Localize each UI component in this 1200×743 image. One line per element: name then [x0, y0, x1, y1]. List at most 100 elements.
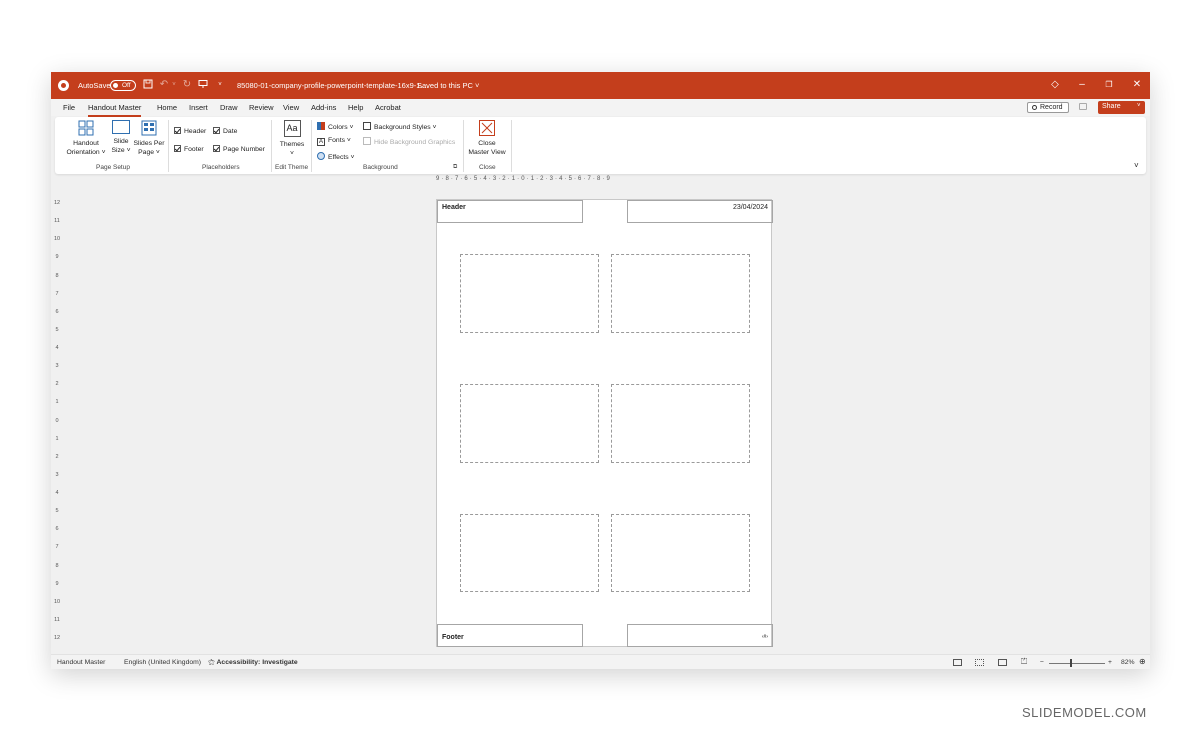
slide-placeholder-5[interactable] [460, 514, 599, 592]
present-icon[interactable] [197, 79, 209, 91]
slideshow-view-icon[interactable]: ⏍ [1021, 657, 1027, 667]
tab-file[interactable]: File [63, 103, 75, 112]
status-language[interactable]: English (United Kingdom) [124, 659, 201, 666]
footer-placeholder[interactable]: Footer [437, 624, 583, 647]
format-background-launcher-icon[interactable]: ⧉ [453, 164, 457, 171]
vertical-ruler-mark: 1 [55, 435, 59, 442]
autosave-toggle[interactable]: Off [110, 80, 136, 91]
date-checkbox[interactable]: Date [213, 127, 237, 135]
slide-placeholder-4[interactable] [611, 384, 750, 463]
slide-sorter-view-icon[interactable] [975, 659, 984, 666]
save-status[interactable]: Saved to this PC ˅ [417, 81, 479, 90]
tab-handout-master[interactable]: Handout Master [88, 103, 142, 117]
ribbon-divider [168, 120, 169, 172]
footer-checkbox[interactable]: Footer [174, 145, 204, 153]
fonts-icon: A [317, 138, 325, 146]
page-number-placeholder[interactable]: ‹#› [627, 624, 773, 647]
status-view-name: Handout Master [57, 659, 106, 666]
background-styles-button[interactable]: Background Styles ˅ [363, 122, 437, 131]
colors-icon [317, 122, 325, 130]
tab-acrobat[interactable]: Acrobat [375, 103, 401, 112]
vertical-ruler-mark: 4 [55, 490, 59, 496]
hide-background-graphics-checkbox[interactable]: Hide Background Graphics [363, 137, 455, 146]
tab-view[interactable]: View [283, 103, 299, 112]
group-page-setup-label: Page Setup [96, 164, 130, 171]
ribbon-divider [511, 120, 512, 172]
unchecked-box-icon [363, 137, 371, 145]
page-number-checkbox[interactable]: Page Number [213, 145, 265, 153]
header-text: Header [442, 204, 466, 211]
tab-add-ins[interactable]: Add-ins [311, 103, 336, 112]
autosave-label: AutoSave [78, 81, 111, 90]
ribbon: Handout Orientation ˅ Slide Size ˅ Slides … [55, 117, 1146, 174]
fonts-label: Fonts ˅ [328, 137, 351, 144]
tab-insert[interactable]: Insert [189, 103, 208, 112]
fonts-button[interactable]: A Fonts ˅ [317, 137, 351, 146]
diamond-icon[interactable]: ◇ [1049, 79, 1061, 91]
tab-draw[interactable]: Draw [220, 103, 238, 112]
record-label: Record [1040, 104, 1063, 111]
tab-review[interactable]: Review [249, 103, 274, 112]
handout-label-1: Handout [73, 140, 99, 147]
date-placeholder[interactable]: 23/04/2024 [627, 200, 773, 223]
header-checkbox[interactable]: Header [174, 127, 206, 135]
reading-view-icon[interactable] [998, 659, 1007, 666]
zoom-level[interactable]: 82% [1121, 659, 1135, 666]
comments-icon[interactable] [1079, 103, 1087, 110]
vertical-ruler-mark: 5 [55, 508, 59, 515]
record-button[interactable]: Record [1027, 102, 1069, 113]
minimize-icon[interactable]: – [1076, 79, 1088, 91]
powerpoint-logo-icon [58, 80, 69, 91]
slide-placeholder-2[interactable] [611, 254, 750, 333]
vertical-ruler-mark: 2 [55, 381, 59, 388]
zoom-slider-thumb[interactable] [1070, 659, 1072, 667]
undo-dropdown-icon[interactable]: ˅ [168, 79, 180, 91]
group-placeholders-label: Placeholders [202, 164, 240, 171]
themes-button[interactable]: Aa Themes ˅ [277, 120, 307, 158]
watermark: SLIDEMODEL.COM [1022, 705, 1147, 720]
zoom-in-button[interactable]: + [1108, 659, 1112, 666]
redo-icon[interactable]: ↻ [181, 79, 193, 91]
vertical-ruler: 12 11 10 9 8 7 6 5 4 3 2 1 0 1 2 3 4 5 6 7 8 9 10 11 12 [53, 200, 61, 641]
vertical-ruler-mark: 10 [53, 598, 61, 605]
footer-checkbox-label: Footer [184, 146, 204, 153]
slide-placeholder-6[interactable] [611, 514, 750, 592]
group-edit-theme-label: Edit Theme [275, 164, 309, 171]
header-placeholder[interactable]: Header [437, 200, 583, 223]
slide-placeholder-3[interactable] [460, 384, 599, 463]
customize-toolbar-icon[interactable]: ˅ [214, 79, 226, 91]
record-icon [1032, 105, 1037, 110]
share-button[interactable]: Share ˅ [1098, 101, 1145, 114]
vertical-ruler-mark: 2 [55, 453, 59, 460]
tab-home[interactable]: Home [157, 103, 177, 112]
accessibility-icon: ⚝ [208, 659, 215, 666]
vertical-ruler-mark: 12 [53, 200, 61, 206]
slide-placeholder-1[interactable] [460, 254, 599, 333]
title-bar: AutoSave Off ↶ ˅ ↻ ˅ 85080-01-company-pr… [51, 72, 1150, 99]
save-icon[interactable] [142, 79, 154, 91]
save-status-text: Saved to this PC [417, 81, 473, 90]
effects-button[interactable]: Effects ˅ [317, 152, 355, 161]
slides-per-page-icon [141, 120, 157, 136]
close-master-view-button[interactable]: Close Master View [466, 120, 508, 157]
zoom-slider[interactable] [1049, 663, 1105, 664]
vertical-ruler-mark: 7 [55, 290, 59, 297]
background-styles-label: Background Styles ˅ [374, 124, 437, 131]
menu-bar: File Handout Master Home Insert Draw Rev… [51, 99, 1150, 117]
colors-button[interactable]: Colors ˅ [317, 122, 354, 131]
tab-help[interactable]: Help [348, 103, 363, 112]
normal-view-icon[interactable] [953, 659, 962, 666]
slides-per-page-button[interactable]: Slides Per Page ˅ [133, 120, 165, 157]
powerpoint-window: AutoSave Off ↶ ˅ ↻ ˅ 85080-01-company-pr… [51, 72, 1150, 669]
collapse-ribbon-icon[interactable]: ˅ [1134, 161, 1139, 170]
restore-icon[interactable]: ❐ [1103, 79, 1115, 91]
slide-size-button[interactable]: Slide Size ˅ [108, 120, 134, 155]
close-icon[interactable]: ✕ [1131, 79, 1143, 91]
vertical-ruler-mark: 7 [55, 544, 59, 551]
zoom-out-button[interactable]: − [1040, 659, 1044, 666]
slide-size-label-1: Slide [113, 138, 129, 145]
fit-to-window-icon[interactable]: ⊕ [1139, 657, 1146, 666]
handout-orientation-button[interactable]: Handout Orientation ˅ [65, 120, 107, 157]
accessibility-status[interactable]: ⚝ Accessibility: Investigate [208, 659, 298, 667]
checkbox-checked-icon [213, 145, 220, 152]
